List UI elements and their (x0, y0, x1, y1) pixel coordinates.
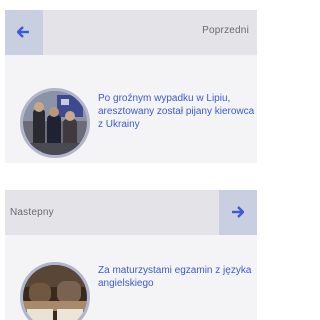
next-header: Nastepny (5, 190, 257, 235)
previous-button[interactable] (5, 10, 43, 55)
previous-article-thumbnail[interactable] (20, 88, 90, 158)
arrow-right-icon (232, 206, 244, 218)
next-article-card: Nastepny Za maturzystami egzamin z język… (5, 190, 257, 320)
next-label[interactable]: Nastepny (10, 207, 54, 218)
arrow-left-icon (17, 26, 29, 38)
next-article-thumbnail[interactable] (20, 262, 90, 320)
next-article-link[interactable]: Za maturzystami egzamin z języka angiels… (98, 264, 256, 290)
previous-label[interactable]: Poprzedni (202, 25, 249, 36)
previous-article-link[interactable]: Po groźnym wypadku w Lipiu, aresztowany … (98, 92, 256, 131)
previous-article-card: Poprzedni Po groźnym wypadku w Lipiu, ar… (5, 10, 257, 163)
previous-header: Poprzedni (5, 10, 257, 55)
next-button[interactable] (219, 190, 257, 235)
